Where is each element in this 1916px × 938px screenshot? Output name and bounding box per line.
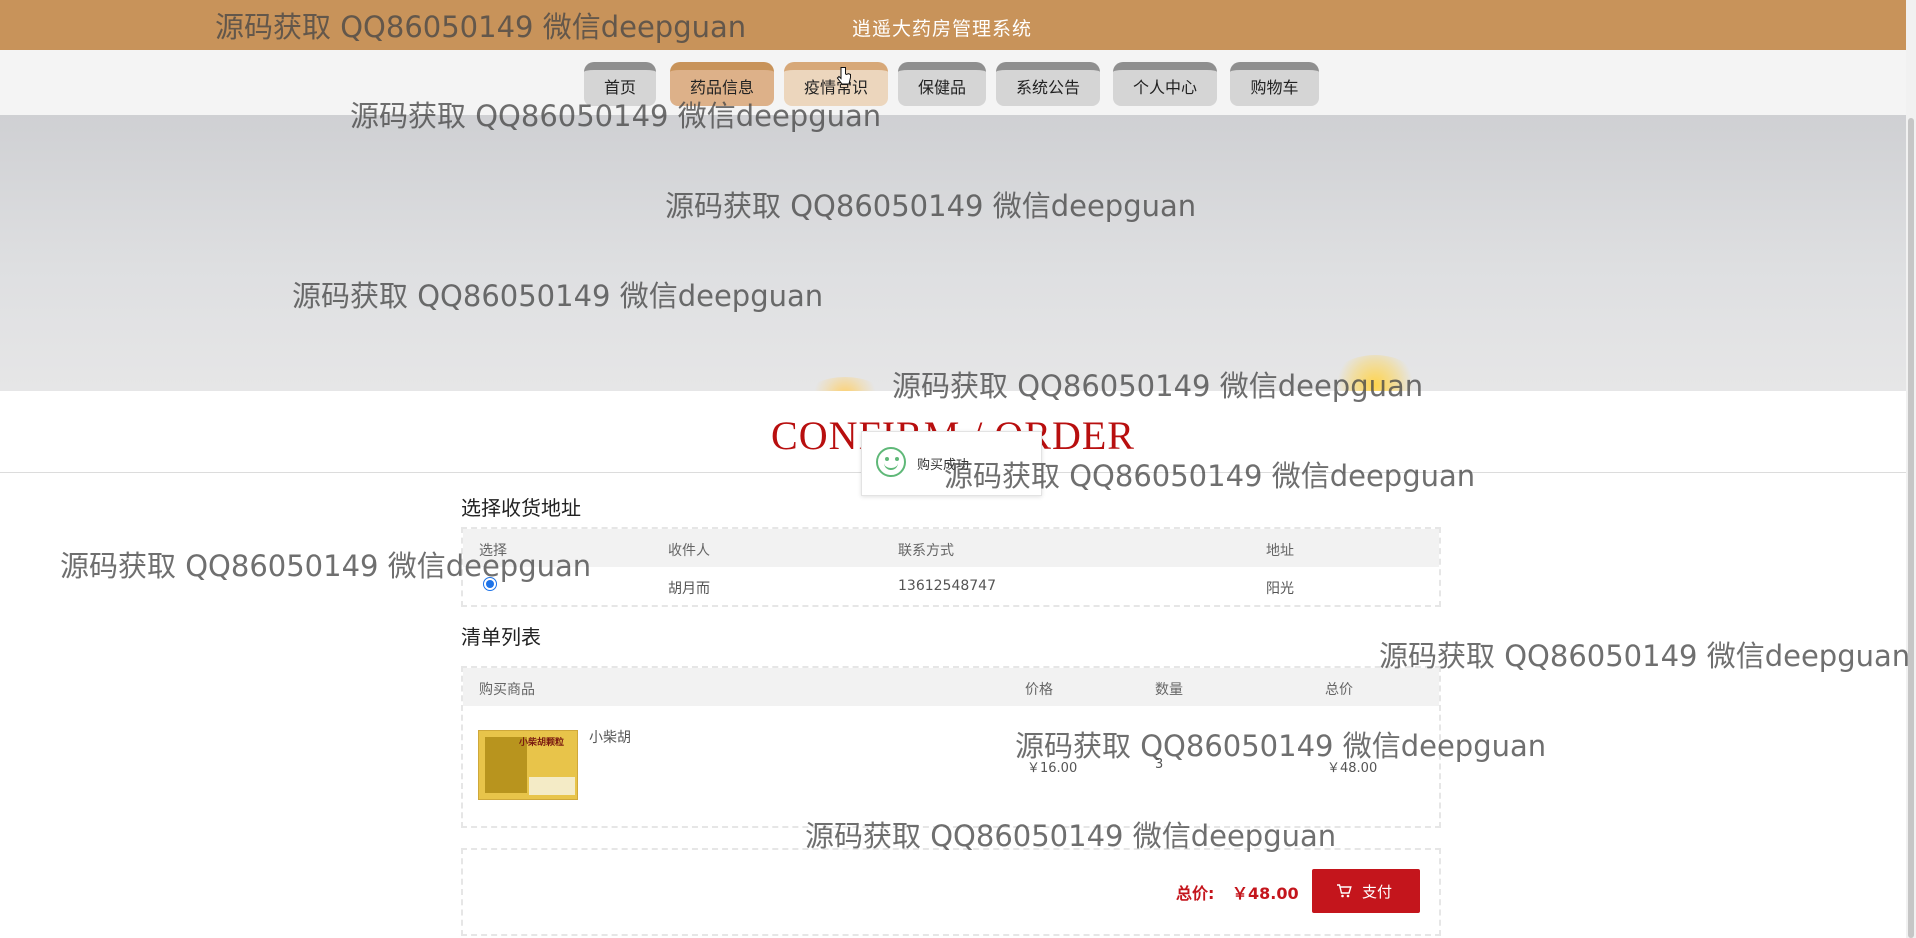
column-header: 地址 <box>1266 543 1294 559</box>
order-section-title: 清单列表 <box>461 625 541 649</box>
nav-medicine-info[interactable]: 药品信息 <box>670 62 774 106</box>
scrollbar-thumb[interactable] <box>1908 118 1914 938</box>
price-cell: ￥16.00 <box>1027 761 1078 776</box>
success-toast: 购买成功 <box>861 431 1042 496</box>
product-box-label: 小柴胡颗粒 <box>519 738 565 748</box>
total-label: 总价: <box>1176 884 1215 903</box>
watermark: 源码获取 QQ86050149 微信deepguan <box>1379 639 1911 673</box>
nav-personal-center-label: 个人中心 <box>1132 78 1197 97</box>
product-thumbnail[interactable]: 小柴胡颗粒 <box>478 730 578 800</box>
toast-message: 购买成功 <box>917 458 970 473</box>
address-cell: 阳光 <box>1266 581 1294 597</box>
nav-announcements[interactable]: 系统公告 <box>996 62 1100 106</box>
site-title: 逍遥大药房管理系统 <box>852 18 1033 40</box>
banner-image <box>0 115 1906 391</box>
top-bar: 逍遥大药房管理系统 <box>0 0 1906 50</box>
nav-announcements-label: 系统公告 <box>1015 78 1080 97</box>
column-header: 选择 <box>479 543 507 559</box>
nav-cart-label: 购物车 <box>1250 78 1299 97</box>
total-value: ￥48.00 <box>1232 884 1299 903</box>
nav-health-products[interactable]: 保健品 <box>898 62 986 106</box>
nav-cart[interactable]: 购物车 <box>1230 62 1319 106</box>
phone-cell: 13612548747 <box>898 578 996 594</box>
cart-icon <box>1337 884 1352 898</box>
smile-icon <box>876 447 906 477</box>
column-header: 价格 <box>1025 682 1053 698</box>
banner-light <box>805 377 885 391</box>
column-header: 收件人 <box>668 543 710 559</box>
nav-home[interactable]: 首页 <box>584 62 656 106</box>
pay-button-label: 支付 <box>1362 883 1393 901</box>
nav-home-label: 首页 <box>603 78 636 97</box>
mouse-cursor-icon <box>836 67 851 85</box>
nav-medicine-info-label: 药品信息 <box>689 78 754 97</box>
product-name[interactable]: 小柴胡 <box>589 727 631 747</box>
column-header: 联系方式 <box>898 543 954 559</box>
column-header: 总价 <box>1325 682 1353 698</box>
nav-personal-center[interactable]: 个人中心 <box>1113 62 1217 106</box>
address-table-header: 选择 收件人 联系方式 地址 <box>463 529 1439 567</box>
pay-button[interactable]: 支付 <box>1312 869 1420 913</box>
banner-light <box>1330 355 1420 391</box>
recipient-cell: 胡月而 <box>668 581 710 597</box>
column-header: 购买商品 <box>479 682 535 698</box>
table-row[interactable]: 胡月而 13612548747 阳光 <box>463 567 1439 605</box>
page-scrollbar[interactable] <box>1906 0 1916 938</box>
nav-health-products-label: 保健品 <box>917 78 966 97</box>
subtotal-cell: ￥48.00 <box>1327 761 1378 776</box>
column-header: 数量 <box>1155 682 1183 698</box>
address-section-title: 选择收货地址 <box>461 496 581 520</box>
quantity-cell: 3 <box>1155 757 1164 772</box>
table-row: 小柴胡颗粒 小柴胡 ￥16.00 3 ￥48.00 <box>463 706 1439 826</box>
address-table: 选择 收件人 联系方式 地址 胡月而 13612548747 阳光 <box>461 527 1441 607</box>
order-table-header: 购买商品 价格 数量 总价 <box>463 668 1439 706</box>
order-list-table: 购买商品 价格 数量 总价 小柴胡颗粒 小柴胡 ￥16.00 3 ￥48.00 <box>461 666 1441 828</box>
product-box-strip <box>529 777 575 795</box>
main-nav: 首页 药品信息 疫情常识 保健品 系统公告 个人中心 购物车 <box>0 50 1906 115</box>
address-select-radio[interactable] <box>483 577 497 591</box>
